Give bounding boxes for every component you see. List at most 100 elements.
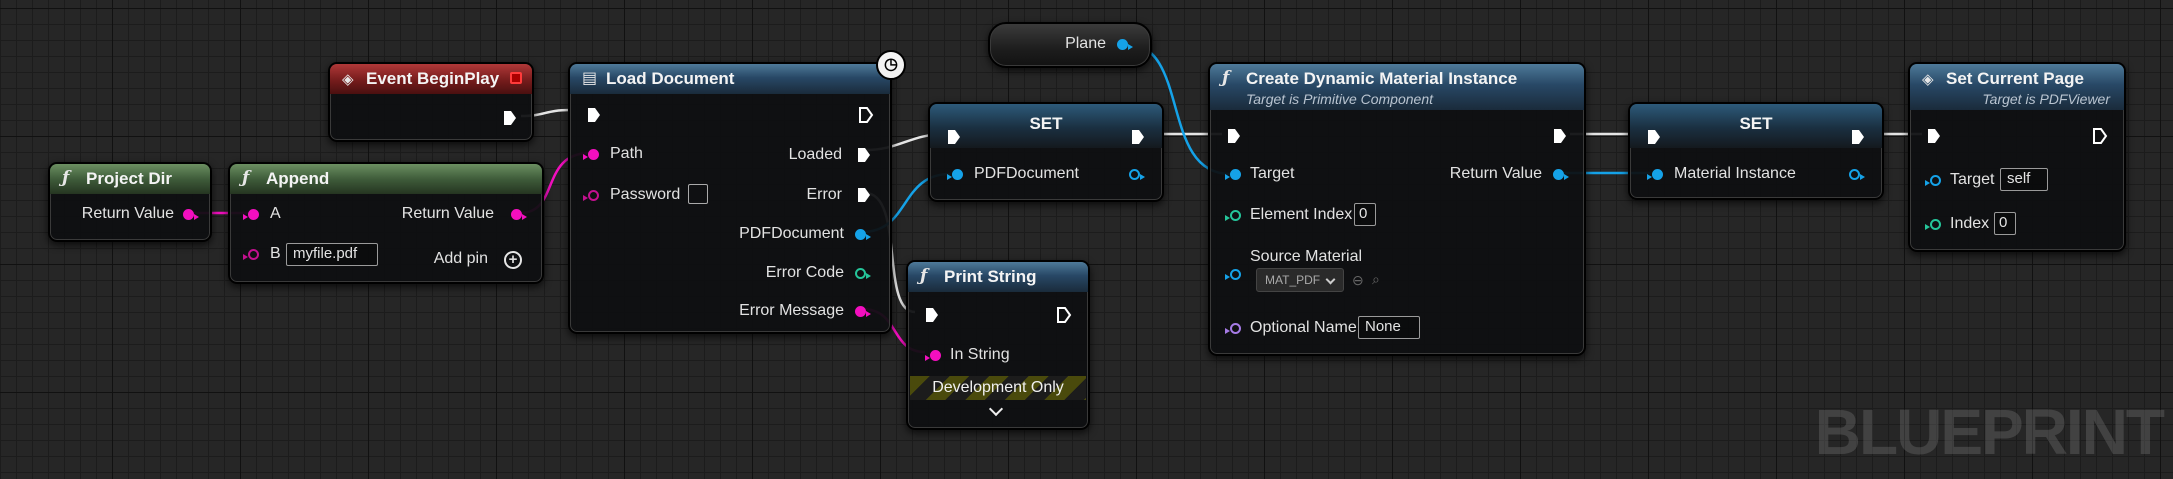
node-title: Project Dir — [86, 169, 172, 188]
node-title: Create Dynamic Material Instance — [1246, 69, 1518, 88]
pin-label-pdfdocument: PDFDocument — [974, 165, 1079, 182]
pin-label-target: Target — [1250, 165, 1295, 182]
material-instance-out-pin[interactable] — [1849, 169, 1865, 180]
exec-in-pin[interactable] — [924, 306, 940, 324]
error-code-pin[interactable] — [855, 268, 871, 279]
blueprint-watermark: BLUEPRINT — [1814, 396, 2165, 468]
node-header: ƒ Project Dir — [50, 164, 210, 194]
pin-label-element-index: Element Index — [1250, 206, 1353, 223]
function-icon: ▤ — [582, 68, 598, 87]
index-pin[interactable] — [1925, 219, 1941, 230]
path-pin[interactable] — [583, 149, 599, 160]
pin-label-in-string: In String — [950, 346, 1010, 363]
node-plane-variable[interactable]: Plane — [988, 22, 1152, 68]
node-set-material-instance[interactable]: SET Material Instance — [1628, 102, 1884, 200]
element-index-pin[interactable] — [1225, 210, 1241, 221]
element-index-field[interactable]: 0 — [1354, 203, 1376, 226]
development-only-banner: Development Only — [910, 376, 1086, 400]
exec-out-pin[interactable] — [2092, 127, 2108, 145]
function-icon: ƒ — [62, 168, 70, 188]
node-header: ◈ Event BeginPlay — [330, 64, 532, 94]
node-project-dir[interactable]: ƒ Project Dir Return Value — [48, 162, 212, 242]
return-value-pin[interactable] — [1553, 169, 1569, 180]
plane-out-pin[interactable] — [1117, 39, 1133, 50]
event-icon: ◈ — [342, 70, 354, 88]
exec-in-pin[interactable] — [586, 106, 602, 124]
pin-label-pdfdocument: PDFDocument — [739, 225, 844, 242]
node-print-string[interactable]: ƒ Print String In String Development Onl… — [906, 260, 1090, 430]
pin-label-index: Index — [1950, 215, 1990, 232]
index-field[interactable]: 0 — [1994, 212, 2016, 235]
exec-out-pin[interactable] — [1552, 127, 1568, 145]
exec-in-pin[interactable] — [1646, 128, 1662, 146]
add-pin-label[interactable]: Add pin — [434, 250, 488, 268]
node-header: ƒ Create Dynamic Material Instance Targe… — [1210, 64, 1584, 110]
node-append[interactable]: ƒ Append A Return Value B myfile.pdf Add… — [228, 162, 544, 284]
node-load-document[interactable]: ▤ Load Document ◷ Path Loaded Password E… — [568, 50, 906, 334]
target-pin[interactable] — [1225, 169, 1241, 180]
error-message-pin[interactable] — [855, 306, 871, 317]
exec-out-pin[interactable] — [1056, 306, 1072, 324]
function-icon: ƒ — [242, 168, 250, 188]
chevron-down-icon[interactable] — [988, 401, 1004, 417]
optional-name-field[interactable]: None — [1358, 316, 1420, 339]
exec-out-pin[interactable] — [502, 109, 518, 127]
return-value-pin[interactable] — [511, 209, 527, 220]
event-icon: ◈ — [1922, 70, 1934, 88]
node-event-begin-play[interactable]: ◈ Event BeginPlay — [328, 62, 534, 142]
return-value-pin[interactable] — [183, 209, 199, 220]
pin-label-target: Target — [1950, 171, 1995, 188]
pin-label-error-code: Error Code — [765, 264, 844, 281]
pin-label-optional-name: Optional Name — [1250, 319, 1357, 336]
variable-label: Plane — [1065, 35, 1106, 52]
loaded-exec-pin[interactable] — [856, 146, 872, 164]
pin-label-source-material: Source Material — [1250, 248, 1363, 265]
target-pin[interactable] — [1925, 175, 1941, 186]
pin-label-b: B — [270, 245, 281, 262]
function-icon: ƒ — [920, 266, 928, 286]
node-header: ◈ Set Current Page Target is PDFViewer — [1910, 64, 2124, 110]
password-pin[interactable] — [583, 190, 599, 201]
pin-label-return-value: Return Value — [1449, 165, 1542, 182]
pin-label-path: Path — [610, 145, 643, 162]
exec-out-pin[interactable] — [1130, 128, 1146, 146]
pin-label-error-message: Error Message — [739, 302, 844, 319]
node-header: ƒ Print String — [908, 262, 1088, 292]
node-title: Append — [266, 169, 330, 188]
node-title: SET — [1029, 114, 1063, 133]
error-exec-pin[interactable] — [856, 186, 872, 204]
node-set-current-page[interactable]: ◈ Set Current Page Target is PDFViewer T… — [1908, 62, 2126, 252]
node-subtitle: Target is PDFViewer — [1982, 91, 2110, 107]
in-string-pin[interactable] — [925, 350, 941, 361]
exec-in-pin[interactable] — [946, 128, 962, 146]
b-pin[interactable] — [243, 249, 259, 260]
exec-out-pin[interactable] — [858, 106, 874, 124]
source-material-pin[interactable] — [1225, 269, 1241, 280]
password-checkbox[interactable] — [688, 184, 708, 204]
exec-in-pin[interactable] — [1226, 127, 1242, 145]
node-subtitle: Target is Primitive Component — [1246, 91, 1434, 107]
function-icon: ƒ — [1222, 68, 1230, 88]
b-value-field[interactable]: myfile.pdf — [286, 243, 378, 266]
node-header: ƒ Append — [230, 164, 542, 194]
target-field[interactable]: self — [2000, 168, 2048, 191]
node-title: Set Current Page — [1946, 69, 2084, 88]
material-instance-in-pin[interactable] — [1647, 169, 1663, 180]
pdfdocument-out-pin[interactable] — [1129, 169, 1145, 180]
node-set-pdfdocument[interactable]: SET PDFDocument — [928, 102, 1164, 202]
exec-in-pin[interactable] — [1926, 127, 1942, 145]
optional-name-pin[interactable] — [1225, 323, 1241, 334]
browse-search-icon[interactable]: ⌕ — [1372, 271, 1388, 287]
use-selected-icon[interactable]: ⊖ — [1352, 272, 1368, 288]
add-pin-icon[interactable]: + — [504, 251, 522, 269]
a-pin[interactable] — [243, 209, 259, 220]
node-title: SET — [1739, 114, 1773, 133]
source-material-dropdown[interactable]: MAT_PDF — [1256, 268, 1344, 292]
delegate-pin-icon[interactable] — [510, 72, 522, 84]
exec-out-pin[interactable] — [1850, 128, 1866, 146]
pdfdocument-in-pin[interactable] — [947, 169, 963, 180]
node-header: ▤ Load Document — [570, 64, 890, 94]
node-header: SET — [930, 104, 1162, 148]
pdfdocument-out-pin[interactable] — [855, 229, 871, 240]
node-create-dynamic-material-instance[interactable]: ƒ Create Dynamic Material Instance Targe… — [1208, 62, 1586, 356]
